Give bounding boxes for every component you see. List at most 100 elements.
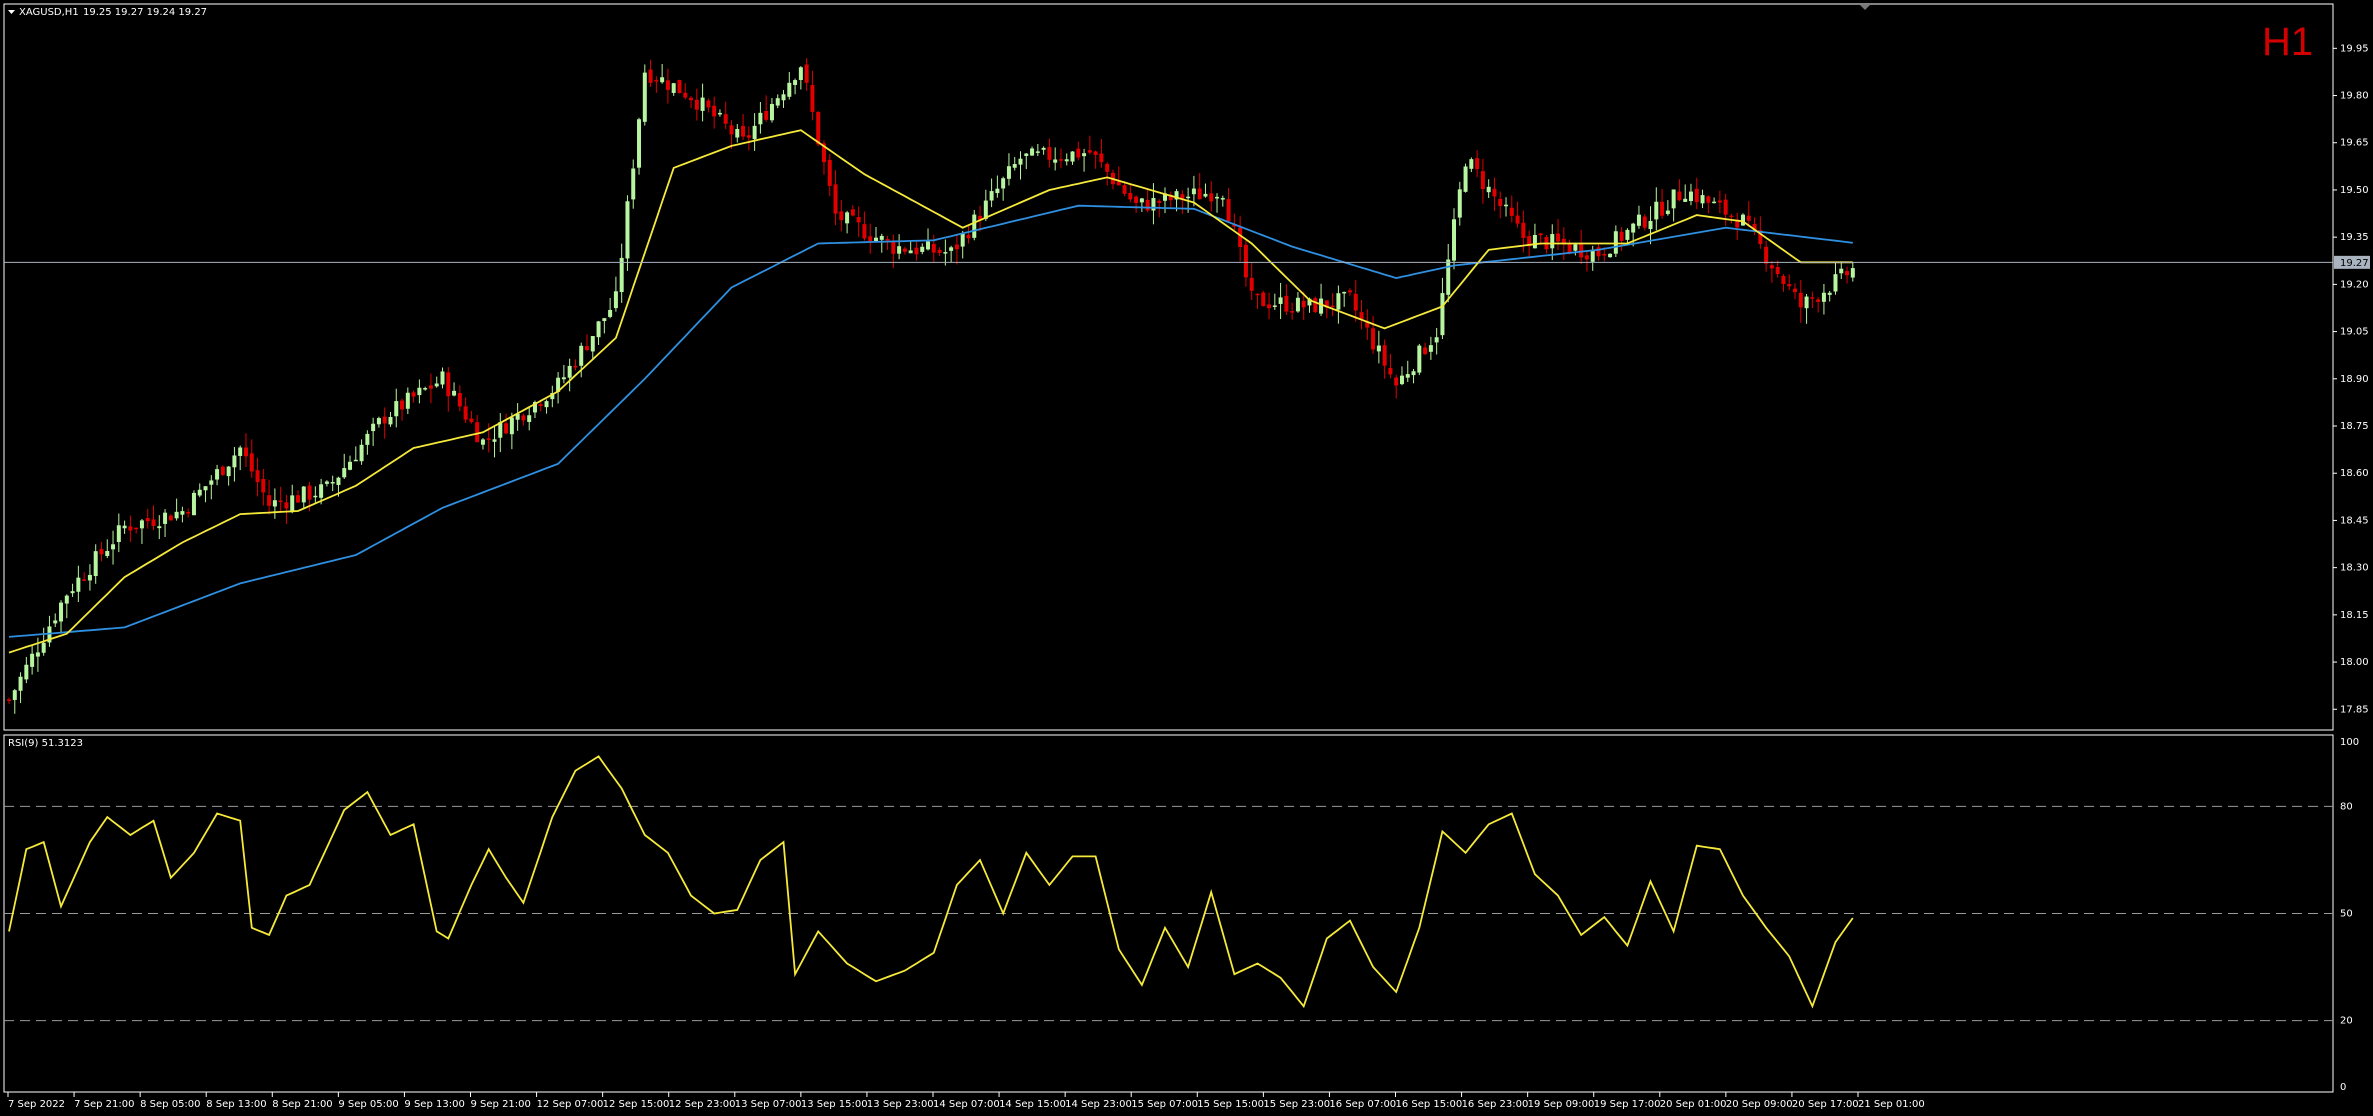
candle-body xyxy=(521,415,526,421)
candle-body xyxy=(897,246,902,254)
candle-body xyxy=(764,111,769,120)
time-tick-label: 8 Sep 21:00 xyxy=(272,1099,332,1110)
candle-body xyxy=(781,94,786,101)
candle-body xyxy=(1116,181,1121,186)
candle-body xyxy=(41,642,46,653)
candle-body xyxy=(232,455,237,468)
candle-body xyxy=(972,214,977,238)
time-tick-label: 13 Sep 15:00 xyxy=(801,1099,868,1110)
time-tick-label: 9 Sep 13:00 xyxy=(404,1099,464,1110)
candle-body xyxy=(1550,234,1555,249)
candle-body xyxy=(642,72,647,122)
candle-body xyxy=(1122,185,1127,194)
candle-body xyxy=(168,515,173,521)
candle-body xyxy=(1290,311,1295,313)
candle-body xyxy=(1255,293,1260,296)
candle-body xyxy=(746,135,751,138)
candle-body xyxy=(336,477,341,485)
candle-body xyxy=(1359,312,1364,319)
candle-body xyxy=(1417,345,1422,373)
candle-body xyxy=(1648,220,1653,230)
candle-body xyxy=(1053,159,1058,163)
candle-body xyxy=(1428,345,1433,352)
candle-body xyxy=(87,574,92,581)
candle-body xyxy=(1018,158,1023,165)
candle-body xyxy=(538,404,543,407)
candle-body xyxy=(1295,297,1300,312)
candle-body xyxy=(1440,293,1445,336)
time-tick-label: 9 Sep 21:00 xyxy=(471,1099,531,1110)
candle-body xyxy=(93,551,98,577)
candle-body xyxy=(1145,199,1150,211)
candle-body xyxy=(457,393,462,407)
candle-body xyxy=(816,112,821,145)
candle-body xyxy=(1584,255,1589,260)
candle-body xyxy=(452,390,457,396)
candle-body xyxy=(99,549,104,555)
candle-body xyxy=(1579,243,1584,258)
candle-body xyxy=(1058,159,1063,161)
candle-body xyxy=(769,103,774,121)
candle-body xyxy=(284,502,289,509)
candle-body xyxy=(64,595,69,604)
candle-body xyxy=(1463,166,1468,192)
time-tick-label: 14 Sep 15:00 xyxy=(999,1099,1066,1110)
candle-body xyxy=(1723,199,1728,215)
candle-body xyxy=(723,114,728,124)
candle-body xyxy=(648,69,653,83)
candle-body xyxy=(1197,188,1202,200)
candle-body xyxy=(810,85,815,112)
candle-body xyxy=(243,447,248,457)
candle-body xyxy=(1486,186,1491,193)
candle-body xyxy=(613,291,618,309)
candle-body xyxy=(128,526,133,531)
price-tick-label: 18.75 xyxy=(2340,421,2369,432)
candle-body xyxy=(480,439,485,445)
candle-body xyxy=(255,470,260,483)
trading-chart[interactable]: XAGUSD,H1 19.25 19.27 19.24 19.27 H1 19.… xyxy=(0,0,2373,1116)
candle-body xyxy=(1024,153,1029,156)
candle-body xyxy=(18,676,23,691)
candle-body xyxy=(388,417,393,425)
candle-body xyxy=(920,246,925,252)
candle-body xyxy=(1203,193,1208,197)
candle-body xyxy=(1041,147,1046,150)
candle-body xyxy=(1209,193,1214,202)
time-tick-label: 13 Sep 07:00 xyxy=(735,1099,802,1110)
time-tick-label: 15 Sep 15:00 xyxy=(1197,1099,1264,1110)
candle-body xyxy=(741,125,746,137)
time-tick-label: 12 Sep 15:00 xyxy=(603,1099,670,1110)
candle-body xyxy=(787,82,792,97)
candle-body xyxy=(671,83,676,93)
candle-body xyxy=(914,247,919,255)
price-tick-label: 19.05 xyxy=(2340,327,2369,338)
candle-body xyxy=(1423,347,1428,355)
time-tick-label: 13 Sep 23:00 xyxy=(867,1099,934,1110)
candle-body xyxy=(1850,268,1855,278)
candle-body xyxy=(1636,214,1641,226)
candle-body xyxy=(209,480,214,485)
candle-body xyxy=(1319,298,1324,314)
candle-body xyxy=(960,233,965,247)
candle-body xyxy=(1625,229,1630,240)
candle-body xyxy=(12,690,17,700)
candle-body xyxy=(1608,253,1613,258)
candle-body xyxy=(1353,293,1358,311)
candle-body xyxy=(1729,215,1734,218)
candle-body xyxy=(30,653,35,667)
price-tick-label: 18.15 xyxy=(2340,610,2369,621)
candle-body xyxy=(1284,295,1289,312)
candle-body xyxy=(116,525,121,543)
candle-body xyxy=(492,439,497,442)
candle-body xyxy=(278,500,283,503)
candle-body xyxy=(1272,305,1277,307)
candle-body xyxy=(1793,288,1798,293)
candle-body xyxy=(1139,198,1144,203)
rsi-tick-label: 50 xyxy=(2340,909,2353,920)
rsi-tick-label: 100 xyxy=(2340,737,2359,748)
candle-body xyxy=(376,418,381,425)
symbol-title: XAGUSD,H1 xyxy=(19,7,79,18)
candle-body xyxy=(1816,299,1821,302)
candle-body xyxy=(440,371,445,385)
candle-body xyxy=(1717,200,1722,203)
